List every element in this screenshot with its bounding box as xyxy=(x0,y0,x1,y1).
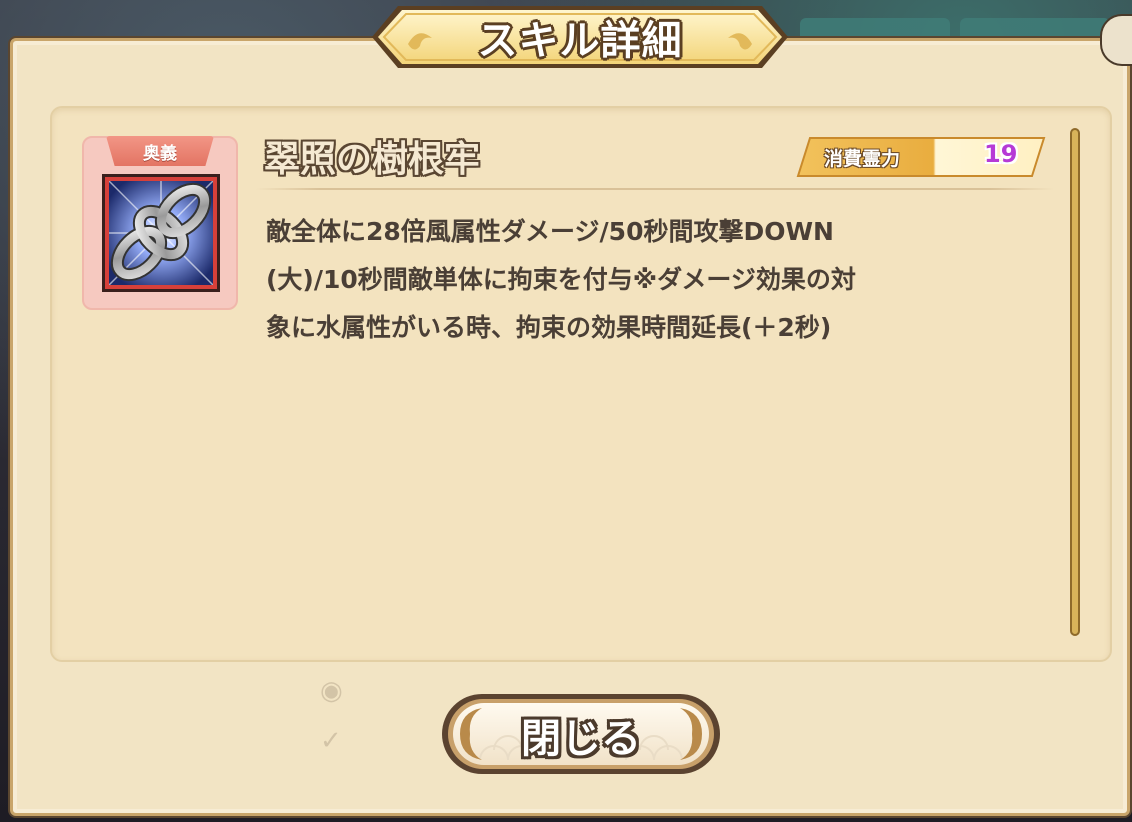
close-button-label: 閉じる xyxy=(521,716,641,762)
background-ghost: ✓ xyxy=(320,726,342,756)
skill-type-badge: 奥義 xyxy=(106,136,214,166)
description-scrollbar[interactable] xyxy=(1070,128,1080,636)
skill-icon-frame xyxy=(102,174,220,292)
cost-value: 19 xyxy=(984,140,1018,168)
skill-icon-card: 奥義 xyxy=(82,136,238,310)
background-corner-button xyxy=(1100,14,1132,66)
skill-name: 翠照の樹根牢 xyxy=(264,139,481,180)
dialog-title-plaque: スキル詳細 xyxy=(372,4,788,70)
cost-label: 消費霊力 xyxy=(824,148,901,170)
close-button[interactable]: 閉じる xyxy=(440,690,722,778)
cost-badge: 消費霊力 19 xyxy=(796,136,1046,178)
background-ghost: ◉ xyxy=(320,676,343,706)
dialog-title: スキル詳細 xyxy=(477,18,683,64)
chain-icon xyxy=(109,181,213,285)
name-divider xyxy=(256,188,1054,190)
skill-description: 敵全体に28倍風属性ダメージ/50秒間攻撃DOWN (大)/10秒間敵単体に拘束… xyxy=(266,217,856,342)
